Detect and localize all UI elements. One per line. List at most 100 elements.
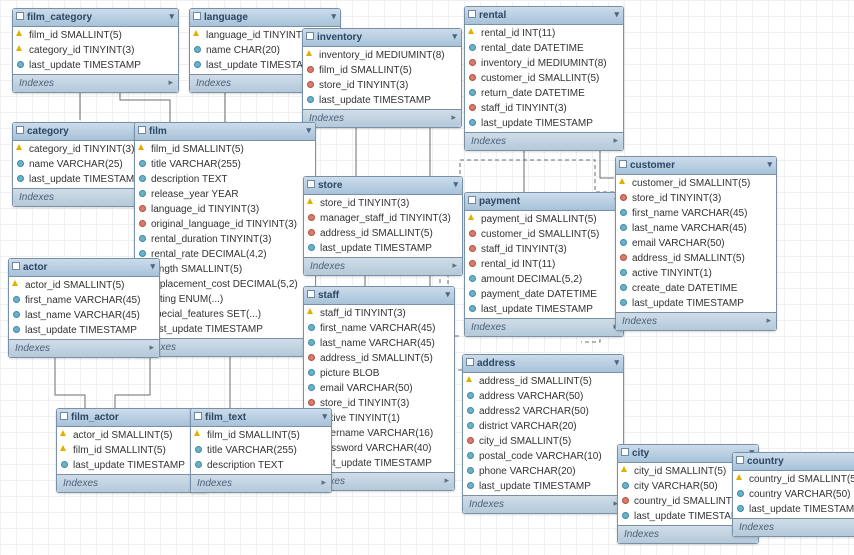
column-inventory-1[interactable]: film_id SMALLINT(5) [303,63,461,78]
column-actor-3[interactable]: last_update TIMESTAMP [9,323,159,338]
column-rental-0[interactable]: rental_id INT(11) [465,26,623,41]
column-film-6[interactable]: rental_duration TINYINT(3) [135,232,315,247]
column-rental-5[interactable]: staff_id TINYINT(3) [465,101,623,116]
column-film-2[interactable]: description TEXT [135,172,315,187]
column-address-5[interactable]: postal_code VARCHAR(10) [463,449,623,464]
indexes-section[interactable]: Indexes [304,257,462,275]
column-payment-4[interactable]: amount DECIMAL(5,2) [465,272,623,287]
column-rental-6[interactable]: last_update TIMESTAMP [465,116,623,131]
column-country-2[interactable]: last_update TIMESTAMP [733,502,854,517]
indexes-section[interactable]: Indexes [465,132,623,150]
column-rental-3[interactable]: customer_id SMALLINT(5) [465,71,623,86]
column-address-6[interactable]: phone VARCHAR(20) [463,464,623,479]
table-store[interactable]: storestore_id TINYINT(3)manager_staff_id… [303,176,463,276]
column-actor-1[interactable]: first_name VARCHAR(45) [9,293,159,308]
column-customer-1[interactable]: store_id TINYINT(3) [616,191,776,206]
column-film_text-0[interactable]: film_id SMALLINT(5) [191,428,331,443]
column-inventory-3[interactable]: last_update TIMESTAMP [303,93,461,108]
column-film-8[interactable]: length SMALLINT(5) [135,262,315,277]
column-address-4[interactable]: city_id SMALLINT(5) [463,434,623,449]
column-payment-6[interactable]: last_update TIMESTAMP [465,302,623,317]
table-film_category[interactable]: film_categoryfilm_id SMALLINT(5)category… [12,8,179,93]
column-film_category-0[interactable]: film_id SMALLINT(5) [13,28,178,43]
table-header-film_text[interactable]: film_text [191,409,331,427]
table-header-language[interactable]: language [190,9,340,27]
table-customer[interactable]: customercustomer_id SMALLINT(5)store_id … [615,156,777,331]
table-header-film[interactable]: film [135,123,315,141]
er-diagram-canvas[interactable]: { "indexes_label": "Indexes", "tables": … [0,0,854,555]
table-payment[interactable]: paymentpayment_id SMALLINT(5)customer_id… [464,192,624,337]
column-address-2[interactable]: address2 VARCHAR(50) [463,404,623,419]
indexes-section[interactable]: Indexes [465,318,623,336]
column-address-1[interactable]: address VARCHAR(50) [463,389,623,404]
column-staff-4[interactable]: picture BLOB [304,366,454,381]
column-film_category-1[interactable]: category_id TINYINT(3) [13,43,178,58]
table-header-customer[interactable]: customer [616,157,776,175]
indexes-section[interactable]: Indexes [191,474,331,492]
column-store-2[interactable]: address_id SMALLINT(5) [304,226,462,241]
table-header-country[interactable]: country [733,453,854,471]
table-rental[interactable]: rentalrental_id INT(11)rental_date DATET… [464,6,624,151]
column-store-1[interactable]: manager_staff_id TINYINT(3) [304,211,462,226]
column-film-4[interactable]: language_id TINYINT(3) [135,202,315,217]
column-address-0[interactable]: address_id SMALLINT(5) [463,374,623,389]
column-country-1[interactable]: country VARCHAR(50) [733,487,854,502]
column-payment-0[interactable]: payment_id SMALLINT(5) [465,212,623,227]
table-header-inventory[interactable]: inventory [303,29,461,47]
column-customer-4[interactable]: email VARCHAR(50) [616,236,776,251]
column-film_actor-1[interactable]: film_id SMALLINT(5) [57,443,207,458]
column-film_text-2[interactable]: description TEXT [191,458,331,473]
column-country-0[interactable]: country_id SMALLINT(5) [733,472,854,487]
column-film_actor-0[interactable]: actor_id SMALLINT(5) [57,428,207,443]
table-header-payment[interactable]: payment [465,193,623,211]
column-actor-2[interactable]: last_name VARCHAR(45) [9,308,159,323]
column-customer-5[interactable]: address_id SMALLINT(5) [616,251,776,266]
column-store-3[interactable]: last_update TIMESTAMP [304,241,462,256]
column-film_text-1[interactable]: title VARCHAR(255) [191,443,331,458]
column-address-3[interactable]: district VARCHAR(20) [463,419,623,434]
column-actor-0[interactable]: actor_id SMALLINT(5) [9,278,159,293]
table-film[interactable]: filmfilm_id SMALLINT(5)title VARCHAR(255… [134,122,316,357]
column-customer-3[interactable]: last_name VARCHAR(45) [616,221,776,236]
column-inventory-0[interactable]: inventory_id MEDIUMINT(8) [303,48,461,63]
table-header-actor[interactable]: actor [9,259,159,277]
column-payment-1[interactable]: customer_id SMALLINT(5) [465,227,623,242]
column-rental-2[interactable]: inventory_id MEDIUMINT(8) [465,56,623,71]
indexes-section[interactable]: Indexes [463,495,623,513]
column-staff-5[interactable]: email VARCHAR(50) [304,381,454,396]
column-film-0[interactable]: film_id SMALLINT(5) [135,142,315,157]
column-film-12[interactable]: last_update TIMESTAMP [135,322,315,337]
table-header-staff[interactable]: staff [304,287,454,305]
column-customer-2[interactable]: first_name VARCHAR(45) [616,206,776,221]
column-payment-2[interactable]: staff_id TINYINT(3) [465,242,623,257]
column-customer-6[interactable]: active TINYINT(1) [616,266,776,281]
column-store-0[interactable]: store_id TINYINT(3) [304,196,462,211]
column-film-10[interactable]: rating ENUM(...) [135,292,315,307]
indexes-section[interactable]: Indexes [57,474,207,492]
indexes-section[interactable]: Indexes [135,338,315,356]
column-rental-4[interactable]: return_date DATETIME [465,86,623,101]
column-film-11[interactable]: special_features SET(...) [135,307,315,322]
indexes-section[interactable]: Indexes [733,518,854,536]
column-staff-0[interactable]: staff_id TINYINT(3) [304,306,454,321]
column-film-1[interactable]: title VARCHAR(255) [135,157,315,172]
column-customer-0[interactable]: customer_id SMALLINT(5) [616,176,776,191]
table-header-rental[interactable]: rental [465,7,623,25]
indexes-section[interactable]: Indexes [13,74,178,92]
indexes-section[interactable]: Indexes [616,312,776,330]
indexes-section[interactable]: Indexes [9,339,159,357]
table-film_actor[interactable]: film_actoractor_id SMALLINT(5)film_id SM… [56,408,208,493]
table-film_text[interactable]: film_textfilm_id SMALLINT(5)title VARCHA… [190,408,332,493]
table-address[interactable]: addressaddress_id SMALLINT(5)address VAR… [462,354,624,514]
column-payment-3[interactable]: rental_id INT(11) [465,257,623,272]
column-film-7[interactable]: rental_rate DECIMAL(4,2) [135,247,315,262]
column-film-5[interactable]: original_language_id TINYINT(3) [135,217,315,232]
table-inventory[interactable]: inventoryinventory_id MEDIUMINT(8)film_i… [302,28,462,128]
table-header-film_actor[interactable]: film_actor [57,409,207,427]
column-customer-7[interactable]: create_date DATETIME [616,281,776,296]
column-film-9[interactable]: replacement_cost DECIMAL(5,2) [135,277,315,292]
table-actor[interactable]: actoractor_id SMALLINT(5)first_name VARC… [8,258,160,358]
column-customer-8[interactable]: last_update TIMESTAMP [616,296,776,311]
column-address-7[interactable]: last_update TIMESTAMP [463,479,623,494]
column-film_category-2[interactable]: last_update TIMESTAMP [13,58,178,73]
